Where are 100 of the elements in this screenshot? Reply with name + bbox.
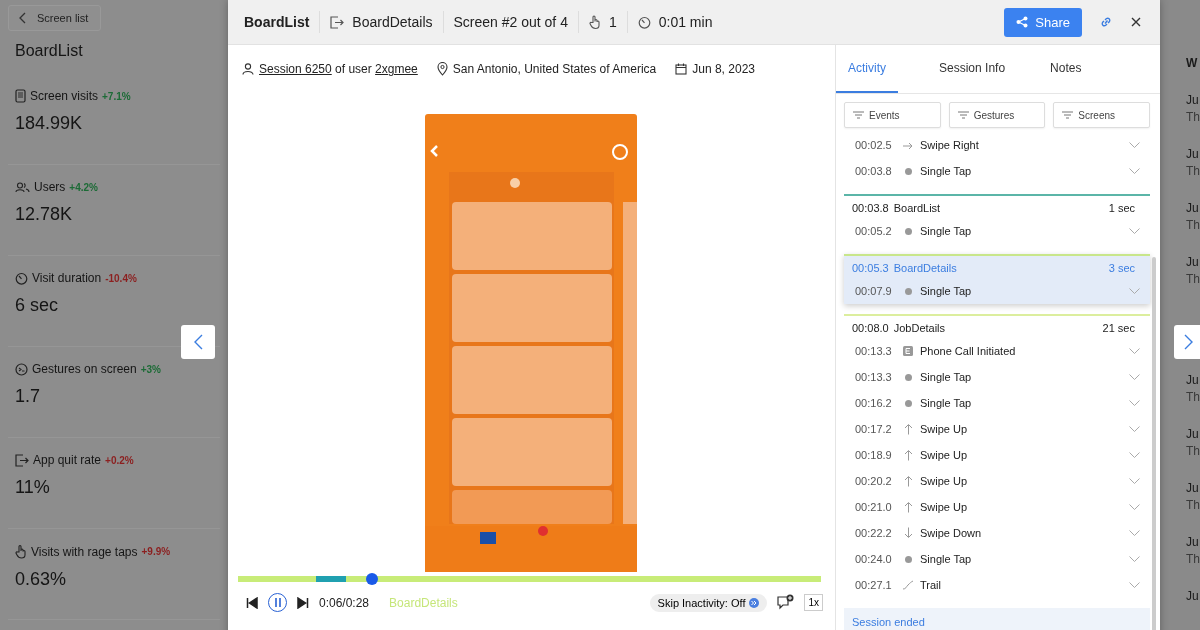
screen-group[interactable]: 00:03.8 BoardList 1 sec 00:05.2 Single Tap	[844, 194, 1150, 244]
event-name: Phone Call Initiated	[920, 345, 1017, 357]
skip-inactivity-toggle[interactable]: Skip Inactivity: Off	[649, 593, 768, 612]
skip-forward-icon[interactable]	[297, 596, 309, 609]
skip-back-icon[interactable]	[246, 596, 258, 609]
column-heading: W	[1186, 56, 1199, 72]
arrow-down-icon	[903, 527, 913, 539]
chevron-down-icon[interactable]	[1129, 582, 1140, 588]
share-icon	[1016, 16, 1029, 28]
event-time: 00:24.0	[855, 553, 893, 565]
chevron-right-icon	[1183, 334, 1193, 350]
chevron-down-icon[interactable]	[1129, 504, 1140, 510]
next-button[interactable]	[1174, 325, 1200, 359]
activity-row[interactable]: 00:24.0 Single Tap	[844, 546, 1150, 572]
previous-button[interactable]	[181, 325, 215, 359]
list-item-date: Ju	[1186, 481, 1200, 495]
activity-row[interactable]: 00:21.0 Swipe Up	[844, 494, 1150, 520]
screen-list-button[interactable]: Screen list	[8, 5, 102, 31]
chevron-down-icon[interactable]	[1129, 452, 1140, 458]
activity-row[interactable]: 00:18.9 Swipe Up	[844, 442, 1150, 468]
activity-row[interactable]: 00:16.2 Single Tap	[844, 390, 1150, 416]
event-name: Trail	[920, 579, 942, 591]
screen-group[interactable]: 00:05.3 BoardDetails 3 sec 00:07.9 Single Tap	[844, 254, 1150, 304]
list-item-date: Ju	[1186, 255, 1200, 269]
event-name: Single Tap	[920, 165, 973, 177]
filter-button[interactable]: Gestures	[948, 102, 1046, 128]
chevron-down-icon[interactable]	[1129, 426, 1140, 432]
list-item-text: Th	[1186, 390, 1200, 404]
dot-icon	[904, 227, 912, 235]
activity-row[interactable]: 00:13.3 Phone Call Initiated	[844, 338, 1150, 364]
metric-label: Screen visits	[30, 89, 99, 103]
metric-change: +4.2%	[69, 181, 98, 193]
chevron-down-icon[interactable]	[1129, 374, 1140, 380]
activity-row[interactable]: 00:13.3 Single Tap	[844, 364, 1150, 390]
phone-icon	[15, 89, 26, 103]
metric-value: 184.99K	[15, 113, 84, 134]
add-comment-icon[interactable]	[777, 594, 795, 611]
list-item-date: Ju	[1186, 427, 1200, 441]
metric-value: 1.7	[15, 386, 42, 407]
calendar-icon	[675, 63, 688, 75]
arrow-up-icon	[903, 475, 913, 487]
tab[interactable]: Session Info	[927, 45, 1018, 93]
tab[interactable]: Notes	[1038, 45, 1094, 93]
arrow-right-icon	[902, 140, 914, 150]
timeline-track[interactable]	[238, 576, 821, 582]
screen-time: 00:08.0	[852, 322, 889, 336]
screen-title: BoardList	[14, 41, 84, 61]
metric-value: 0.63%	[15, 569, 68, 590]
tab[interactable]: Activity	[836, 45, 898, 93]
activity-row[interactable]: 00:05.2 Single Tap	[844, 218, 1150, 244]
chevron-down-icon[interactable]	[1129, 478, 1140, 484]
chevron-down-icon[interactable]	[1129, 556, 1140, 562]
filter-button[interactable]: Screens	[1053, 102, 1150, 128]
close-icon[interactable]	[1130, 16, 1142, 28]
chevron-down-icon[interactable]	[1129, 400, 1140, 406]
dot-icon	[904, 287, 912, 295]
event-name: Single Tap	[920, 285, 973, 297]
user-link[interactable]: 2xgmee	[375, 62, 418, 76]
hand-icon	[588, 14, 601, 30]
chevron-left-icon	[193, 334, 203, 350]
activity-row[interactable]: 00:22.2 Swipe Down	[844, 520, 1150, 546]
list-item-text: Th	[1186, 164, 1200, 178]
list-item-date: Ju	[1186, 589, 1200, 603]
activity-row[interactable]: 00:03.8 Single Tap	[844, 158, 1150, 184]
chevron-down-icon[interactable]	[1129, 530, 1140, 536]
chevron-left-icon	[19, 12, 27, 24]
chevron-down-icon[interactable]	[1129, 142, 1140, 148]
filter-button[interactable]: Events	[844, 102, 941, 128]
timeline-handle[interactable]	[366, 573, 379, 585]
event-time: 00:20.2	[855, 475, 893, 487]
event-time: 00:27.1	[855, 579, 893, 591]
list-item-text: Th	[1186, 272, 1200, 286]
location: San Antonio, United States of America	[452, 62, 657, 76]
session-link[interactable]: Session 6250	[259, 62, 332, 76]
event-name: Swipe Right	[920, 139, 980, 151]
chevron-down-icon[interactable]	[1129, 348, 1140, 354]
list-item-text: Th	[1186, 498, 1200, 512]
forward-icon	[749, 597, 760, 608]
metric-change: +7.1%	[102, 90, 131, 102]
arrow-up-icon	[903, 449, 913, 461]
session-date: Jun 8, 2023	[692, 62, 755, 76]
dot-icon	[904, 555, 912, 563]
speed-button[interactable]: 1x	[804, 594, 823, 611]
metric-label: Visits with rage taps	[31, 544, 138, 559]
activity-row[interactable]: 00:27.1 Trail	[844, 572, 1150, 598]
share-button[interactable]: Share	[1004, 7, 1082, 37]
activity-row[interactable]: 00:20.2 Swipe Up	[844, 468, 1150, 494]
arrow-up-icon	[903, 501, 913, 513]
event-time: 00:18.9	[855, 449, 893, 461]
chevron-down-icon[interactable]	[1129, 288, 1140, 294]
event-name: Single Tap	[920, 371, 973, 383]
activity-row[interactable]: 00:07.9 Single Tap	[844, 278, 1150, 304]
event-time: 00:05.2	[855, 225, 893, 237]
activity-row[interactable]: 00:17.2 Swipe Up	[844, 416, 1150, 442]
event-time: 00:13.3	[855, 371, 893, 383]
chevron-down-icon[interactable]	[1129, 228, 1140, 234]
list-item-text: Th	[1186, 552, 1200, 566]
chevron-down-icon[interactable]	[1129, 168, 1140, 174]
activity-row[interactable]: 00:02.5 Swipe Right	[844, 132, 1150, 158]
filter-icon	[853, 111, 864, 119]
